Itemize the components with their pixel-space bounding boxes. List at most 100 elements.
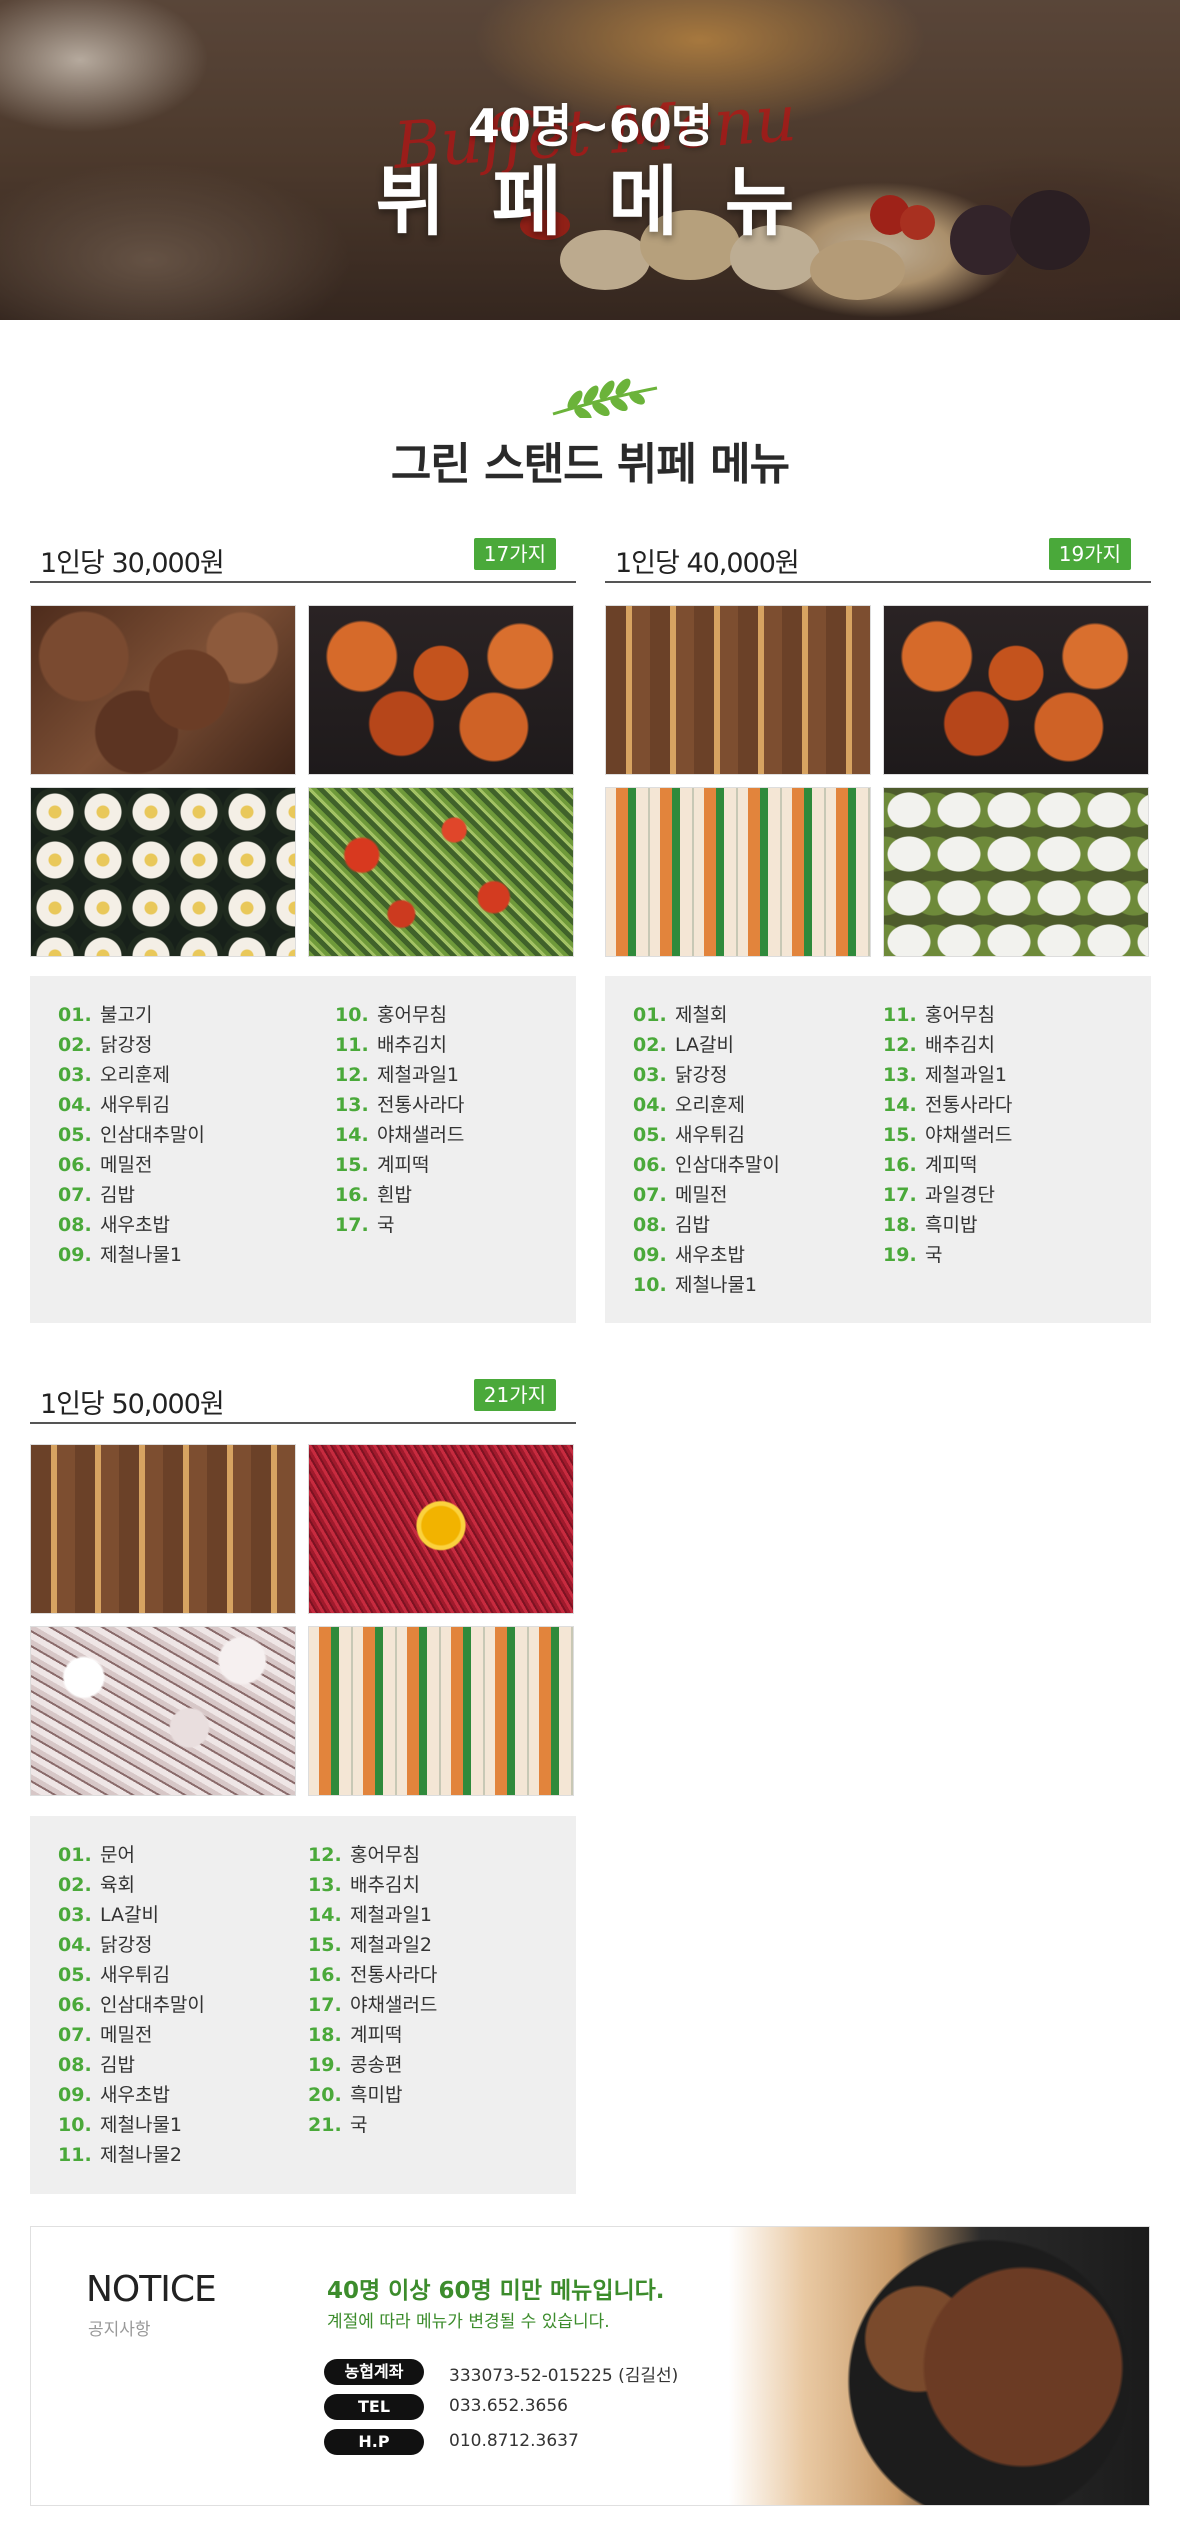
menu-column-right: 11. 홍어무침 12. 배추김치 13. 제철과일1 14. 전통사라다 15. 야채샐…	[883, 1000, 1012, 1270]
list-item: 04. 닭강정	[58, 1934, 153, 1956]
list-item: 03. 닭강정	[633, 1064, 728, 1086]
menu-column-left: 01. 제철회 02. LA갈비 03. 닭강정 04. 오리훈제 05. 새우튀김 06…	[633, 1000, 780, 1300]
list-item: 02. LA갈비	[633, 1034, 734, 1056]
list-item: 07. 김밥	[58, 1184, 135, 1206]
list-item: 05. 인삼대추말이	[58, 1124, 205, 1146]
tel-value[interactable]: 033.652.3656	[449, 2396, 568, 2416]
list-item: 13. 배추김치	[308, 1874, 420, 1896]
list-item: 12. 홍어무침	[308, 1844, 420, 1866]
list-item: 17. 과일경단	[883, 1184, 995, 1206]
menu-block-40000: 1인당 40,000원 19가지 01. 제철회 02. LA갈비 03. 닭강정 0…	[605, 533, 1151, 1323]
list-item: 19. 콩송편	[308, 2054, 403, 2076]
list-item: 10. 제철나물1	[633, 1274, 758, 1296]
notice-title: NOTICE	[86, 2269, 217, 2310]
list-item: 12. 제철과일1	[335, 1064, 460, 1086]
list-item: 16. 계피떡	[883, 1154, 978, 1176]
list-item: 14. 전통사라다	[883, 1094, 1013, 1116]
list-item: 01. 불고기	[58, 1004, 153, 1026]
photo-la-galbi	[605, 605, 871, 775]
list-item: 01. 제철회	[633, 1004, 728, 1026]
photo-rolls	[605, 787, 871, 957]
list-item: 01. 문어	[58, 1844, 135, 1866]
list-item: 11. 홍어무침	[883, 1004, 995, 1026]
list-item: 02. 육회	[58, 1874, 135, 1896]
list-item: 08. 새우초밥	[58, 1214, 170, 1236]
photo-dakgangjeong	[883, 605, 1149, 775]
tel-label: TEL	[324, 2394, 424, 2420]
count-badge: 19가지	[1048, 538, 1131, 570]
price-label: 1인당 50,000원	[40, 1389, 225, 1420]
list-item: 16. 전통사라다	[308, 1964, 438, 1986]
photo-rolls	[308, 1626, 574, 1796]
list-item: 07. 메밀전	[633, 1184, 728, 1206]
list-item: 13. 제철과일1	[883, 1064, 1008, 1086]
list-item: 05. 새우튀김	[633, 1124, 745, 1146]
list-item: 18. 흑미밥	[883, 1214, 978, 1236]
list-item: 07. 메밀전	[58, 2024, 153, 2046]
menu-list: 01. 불고기 02. 닭강정 03. 오리훈제 04. 새우튀김 05. 인삼대추말이 …	[30, 976, 576, 1323]
list-item: 04. 새우튀김	[58, 1094, 170, 1116]
menu-column-right: 10. 홍어무침 11. 배추김치 12. 제철과일1 13. 전통사라다 14. 야채샐…	[335, 1000, 464, 1240]
list-item: 11. 제철나물2	[58, 2144, 183, 2166]
list-item: 10. 홍어무침	[335, 1004, 447, 1026]
list-item: 05. 새우튀김	[58, 1964, 170, 1986]
list-item: 06. 인삼대추말이	[633, 1154, 780, 1176]
notice-headline: 40명 이상 60명 미만 메뉴입니다.	[327, 2278, 665, 2304]
menu-block-30000: 1인당 30,000원 17가지 01. 불고기 02. 닭강정 03. 오리훈제 0…	[30, 533, 576, 1323]
count-badge: 21가지	[473, 1379, 556, 1411]
section-title: 그린 스탠드 뷔페 메뉴	[390, 439, 790, 490]
list-item: 20. 흑미밥	[308, 2084, 403, 2106]
list-item: 14. 제철과일1	[308, 1904, 433, 1926]
list-item: 09. 새우초밥	[633, 1244, 745, 1266]
menu-block-50000: 1인당 50,000원 21가지 01. 문어 02. 육회 03. LA갈비 04.…	[30, 1374, 576, 2194]
list-item: 16. 흰밥	[335, 1184, 412, 1206]
photo-gimbap	[30, 787, 296, 957]
photo-octopus	[30, 1626, 296, 1796]
list-item: 14. 야채샐러드	[335, 1124, 465, 1146]
account-value: 333073-52-015225 (김길선)	[449, 2366, 679, 2386]
list-item: 06. 메밀전	[58, 1154, 153, 1176]
hp-value[interactable]: 010.8712.3637	[449, 2431, 579, 2451]
block-header: 1인당 50,000원 21가지	[30, 1374, 576, 1424]
account-label: 농협계좌	[324, 2359, 424, 2385]
hero-banner: Buffet Menu 40명~60명 뷔 페 메 뉴	[0, 0, 1180, 320]
list-item: 21. 국	[308, 2114, 368, 2136]
list-item: 15. 제철과일2	[308, 1934, 433, 1956]
list-item: 08. 김밥	[633, 1214, 710, 1236]
list-item: 15. 계피떡	[335, 1154, 430, 1176]
list-item: 17. 국	[335, 1214, 395, 1236]
list-item: 11. 배추김치	[335, 1034, 447, 1056]
list-item: 03. 오리훈제	[58, 1064, 170, 1086]
photo-salad	[308, 787, 574, 957]
list-item: 15. 야채샐러드	[883, 1124, 1013, 1146]
list-item: 08. 김밥	[58, 2054, 135, 2076]
list-item: 12. 배추김치	[883, 1034, 995, 1056]
notice-panel: NOTICE 공지사항 40명 이상 60명 미만 메뉴입니다. 계절에 따라 …	[30, 2226, 1150, 2506]
list-item: 19. 국	[883, 1244, 943, 1266]
photo-bulgogi	[30, 605, 296, 775]
photo-la-galbi	[30, 1444, 296, 1614]
count-badge: 17가지	[473, 538, 556, 570]
hp-label: H.P	[324, 2429, 424, 2455]
menu-column-right: 12. 홍어무침 13. 배추김치 14. 제철과일1 15. 제철과일2 16. 전통사…	[308, 1840, 437, 2140]
list-item: 18. 계피떡	[308, 2024, 403, 2046]
list-item: 09. 제철나물1	[58, 1244, 183, 1266]
photo-bulgogi-pot	[729, 2227, 1149, 2505]
price-label: 1인당 30,000원	[40, 548, 225, 579]
leaf-icon	[552, 378, 658, 418]
list-item: 06. 인삼대추말이	[58, 1994, 205, 2016]
block-header: 1인당 40,000원 19가지	[605, 533, 1151, 583]
menu-list: 01. 제철회 02. LA갈비 03. 닭강정 04. 오리훈제 05. 새우튀김 06…	[605, 976, 1151, 1323]
notice-subtitle: 공지사항	[88, 2320, 151, 2340]
list-item: 10. 제철나물1	[58, 2114, 183, 2136]
list-item: 09. 새우초밥	[58, 2084, 170, 2106]
photo-dakgangjeong	[308, 605, 574, 775]
list-item: 04. 오리훈제	[633, 1094, 745, 1116]
notice-description: 계절에 따라 메뉴가 변경될 수 있습니다.	[327, 2312, 610, 2332]
price-label: 1인당 40,000원	[615, 548, 800, 579]
hero-title: 뷔 페 메 뉴	[375, 157, 805, 246]
list-item: 17. 야채샐러드	[308, 1994, 438, 2016]
list-item: 02. 닭강정	[58, 1034, 153, 1056]
photo-yukhoe	[308, 1444, 574, 1614]
menu-column-left: 01. 문어 02. 육회 03. LA갈비 04. 닭강정 05. 새우튀김 06. 인삼…	[58, 1840, 205, 2170]
